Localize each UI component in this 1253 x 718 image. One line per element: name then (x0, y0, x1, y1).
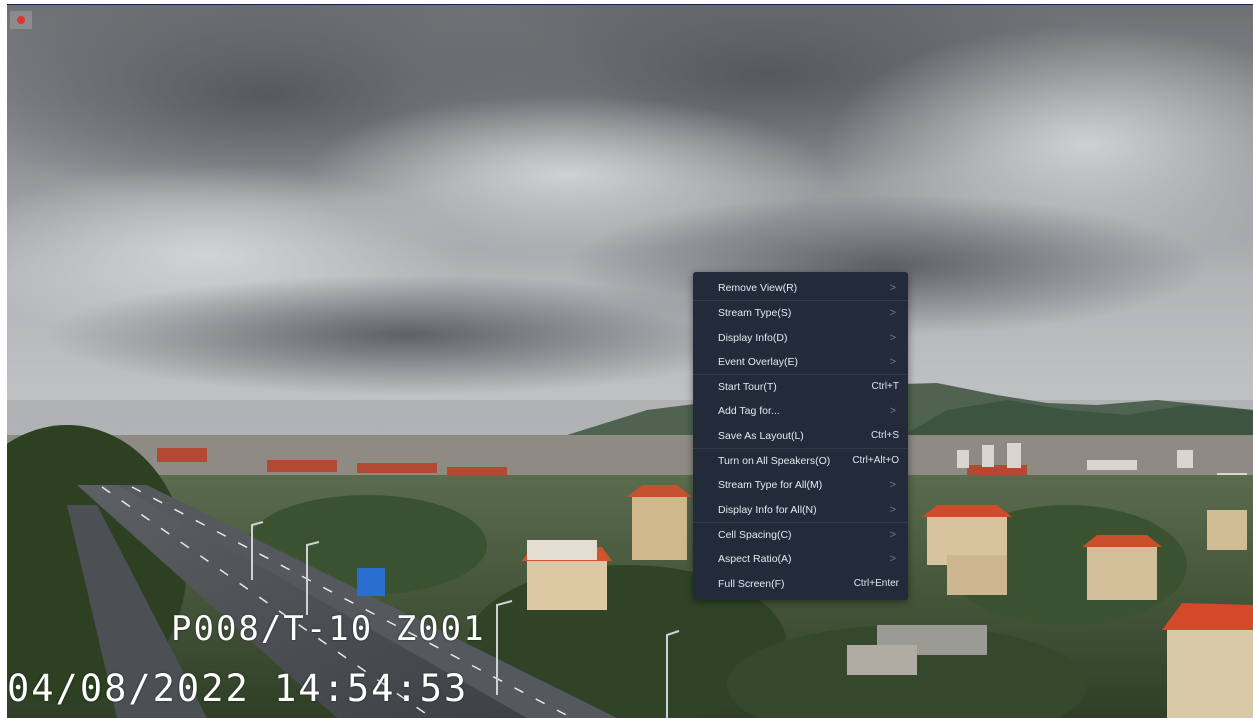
chevron-right-icon: > (889, 479, 896, 492)
menu-item-shortcut: Ctrl+Enter (853, 577, 899, 589)
timestamp-overlay: 04/08/2022 14:54:53 (7, 667, 469, 710)
menu-item-label: Start Tour(T) (718, 381, 777, 394)
menu-item-label: Display Info for All(N) (718, 503, 817, 516)
menu-item-display-info-all[interactable]: Display Info for All(N) > (693, 498, 908, 522)
context-menu: Remove View(R) > Stream Type(S) > Displa… (693, 272, 908, 600)
menu-item-stream-type-all[interactable]: Stream Type for All(M) > (693, 473, 908, 497)
menu-item-label: Stream Type(S) (718, 307, 792, 320)
menu-item-label: Remove View(R) (718, 282, 798, 294)
chevron-right-icon: > (889, 331, 896, 344)
menu-group-layout: Cell Spacing(C) > Aspect Ratio(A) > Full… (693, 523, 908, 596)
menu-group-tour: Start Tour(T) Ctrl+T Add Tag for... > Sa… (693, 375, 908, 450)
menu-item-add-tag[interactable]: Add Tag for... > (693, 399, 908, 423)
menu-item-turn-on-speakers[interactable]: Turn on All Speakers(O) Ctrl+Alt+O (693, 449, 908, 473)
chevron-right-icon: > (889, 405, 896, 418)
video-view-cell[interactable]: P008/T-10 Z001 04/08/2022 14:54:53 (7, 4, 1253, 718)
menu-group-view: Remove View(R) > (693, 276, 908, 302)
chevron-right-icon: > (889, 355, 896, 368)
menu-item-label: Save As Layout(L) (718, 429, 804, 442)
menu-item-label: Aspect Ratio(A) (718, 553, 792, 566)
menu-item-label: Turn on All Speakers(O) (718, 455, 831, 468)
chevron-right-icon: > (889, 553, 896, 566)
menu-group-stream: Stream Type(S) > Display Info(D) > Event… (693, 301, 908, 376)
camera-id-overlay: P008/T-10 Z001 (171, 609, 486, 649)
menu-item-stream-type[interactable]: Stream Type(S) > (693, 301, 908, 325)
menu-item-full-screen[interactable]: Full Screen(F) Ctrl+Enter (693, 572, 908, 596)
menu-item-label: Stream Type for All(M) (718, 479, 823, 492)
menu-item-remove-view[interactable]: Remove View(R) > (693, 276, 908, 300)
menu-item-label: Full Screen(F) (718, 577, 785, 590)
menu-item-start-tour[interactable]: Start Tour(T) Ctrl+T (693, 375, 908, 399)
menu-item-display-info[interactable]: Display Info(D) > (693, 326, 908, 350)
menu-item-shortcut: Ctrl+Alt+O (852, 455, 899, 467)
menu-item-shortcut: Ctrl+T (871, 381, 900, 393)
chevron-right-icon: > (889, 282, 896, 294)
menu-item-label: Event Overlay(E) (718, 355, 798, 368)
menu-item-label: Add Tag for... (718, 405, 780, 418)
chevron-right-icon: > (889, 528, 896, 541)
menu-item-label: Cell Spacing(C) (718, 528, 792, 541)
menu-item-aspect-ratio[interactable]: Aspect Ratio(A) > (693, 547, 908, 571)
menu-group-all: Turn on All Speakers(O) Ctrl+Alt+O Strea… (693, 449, 908, 523)
record-dot-icon (17, 16, 25, 24)
menu-item-cell-spacing[interactable]: Cell Spacing(C) > (693, 523, 908, 547)
menu-item-shortcut: Ctrl+S (870, 429, 899, 441)
chevron-right-icon: > (889, 503, 896, 516)
menu-item-event-overlay[interactable]: Event Overlay(E) > (693, 350, 908, 374)
chevron-right-icon: > (889, 307, 896, 320)
menu-item-save-as-layout[interactable]: Save As Layout(L) Ctrl+S (693, 424, 908, 448)
record-indicator (10, 11, 32, 29)
menu-item-label: Display Info(D) (718, 331, 788, 344)
